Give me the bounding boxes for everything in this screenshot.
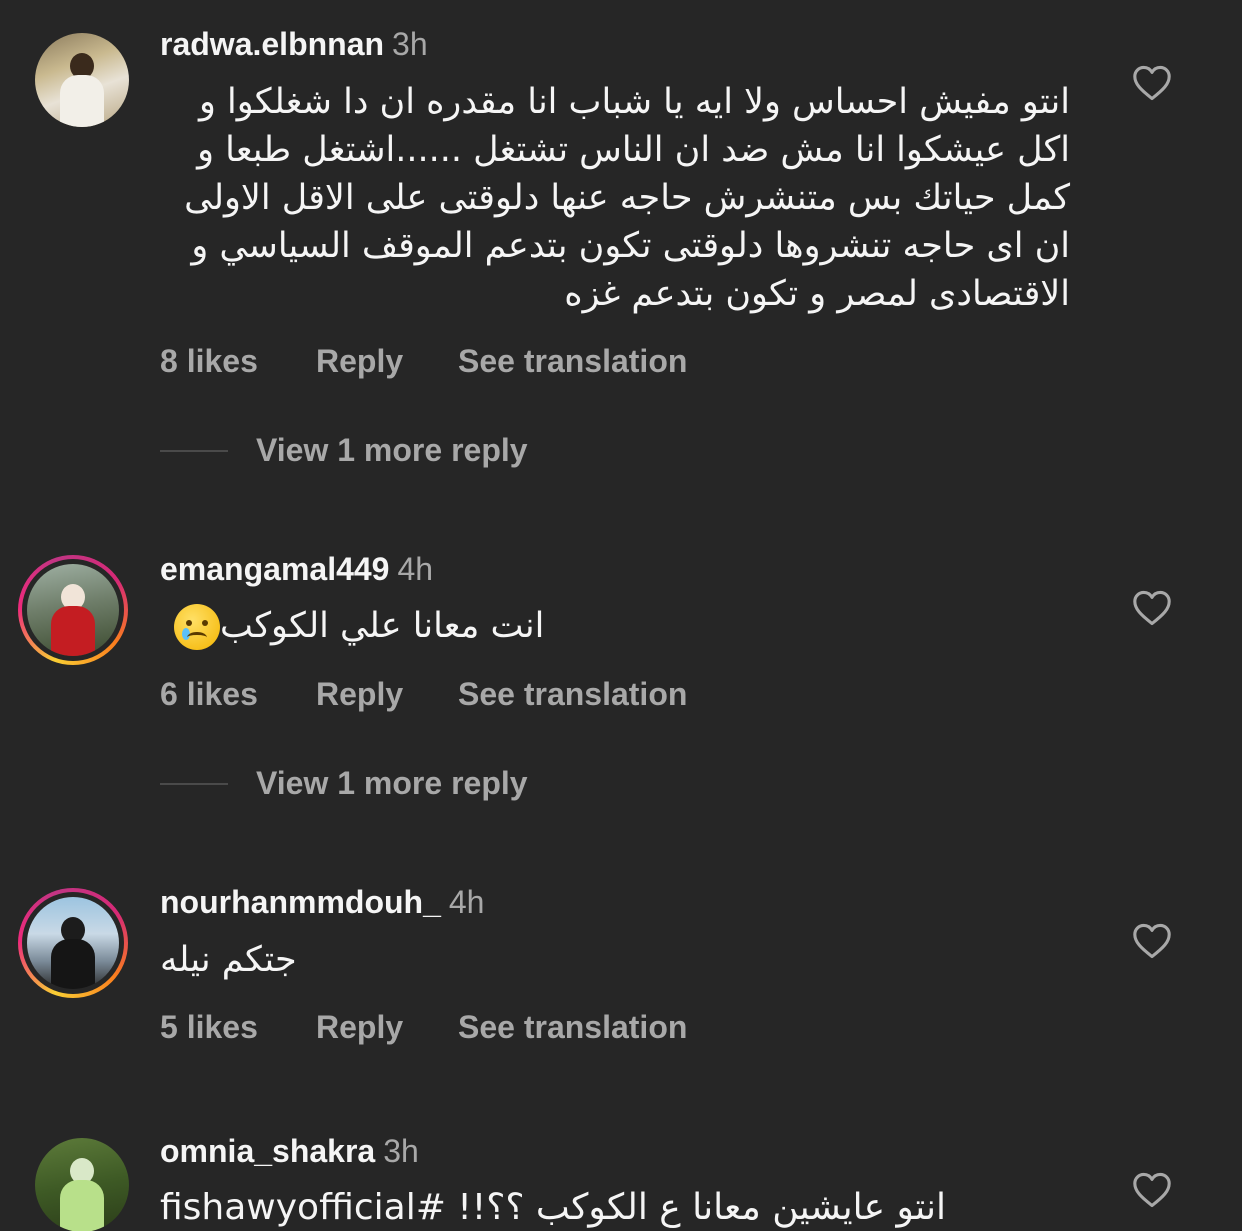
avatar-image [35, 33, 129, 127]
view-more-replies-button[interactable]: View 1 more reply [160, 432, 528, 469]
comment-actions: 6 likes Reply See translation [160, 676, 687, 713]
crying-face-emoji [174, 604, 220, 650]
heart-outline-icon[interactable] [1132, 1172, 1172, 1208]
avatar-image [35, 1138, 129, 1231]
comment-text: انتو مفيش احساس ولا ايه يا شباب انا مقدر… [184, 82, 1070, 314]
comment-timestamp: 4h [397, 551, 434, 587]
avatar[interactable] [30, 1133, 134, 1231]
comment-timestamp: 3h [383, 1133, 419, 1169]
avatar-image [27, 564, 119, 656]
comment-actions: 8 likes Reply See translation [160, 343, 687, 380]
heart-outline-icon[interactable] [1132, 590, 1172, 626]
avatar[interactable] [18, 888, 128, 998]
comment-username[interactable]: nourhanmmdouh_ 4h [160, 884, 484, 921]
heart-outline-icon[interactable] [1132, 65, 1172, 101]
reply-button[interactable]: Reply [316, 1009, 458, 1046]
comment-text: جتكم نيله [160, 940, 297, 980]
comment-timestamp: 4h [448, 884, 485, 920]
view-more-replies-label: View 1 more reply [256, 432, 528, 468]
likes-count[interactable]: 5 likes [160, 1009, 316, 1046]
comments-screen: radwa.elbnnan 3h انتو مفيش احساس ولا ايه … [0, 0, 1242, 1231]
comment-timestamp: 3h [392, 26, 428, 62]
comment-text: انتو عايشين معانا ع الكوكب ؟؟!! #fishawy… [160, 1187, 947, 1228]
comment-actions: 5 likes Reply See translation [160, 1009, 687, 1046]
comment-username[interactable]: radwa.elbnnan 3h [160, 26, 428, 63]
see-translation-button[interactable]: See translation [458, 676, 687, 713]
likes-count[interactable]: 6 likes [160, 676, 316, 713]
see-translation-button[interactable]: See translation [458, 1009, 687, 1046]
comment-text: انت معانا علي الكوكب [160, 602, 560, 650]
see-translation-button[interactable]: See translation [458, 343, 687, 380]
divider-line [160, 449, 228, 452]
reply-button[interactable]: Reply [316, 343, 458, 380]
heart-outline-icon[interactable] [1132, 923, 1172, 959]
view-more-replies-button[interactable]: View 1 more reply [160, 765, 528, 802]
view-more-replies-label: View 1 more reply [256, 765, 528, 801]
comment-username[interactable]: emangamal449 4h [160, 551, 433, 588]
comment-username[interactable]: omnia_shakra 3h [160, 1133, 419, 1170]
divider-line [160, 782, 228, 785]
avatar-image [27, 897, 119, 989]
reply-button[interactable]: Reply [316, 676, 458, 713]
avatar[interactable] [30, 28, 134, 132]
likes-count[interactable]: 8 likes [160, 343, 316, 380]
avatar[interactable] [18, 555, 128, 665]
